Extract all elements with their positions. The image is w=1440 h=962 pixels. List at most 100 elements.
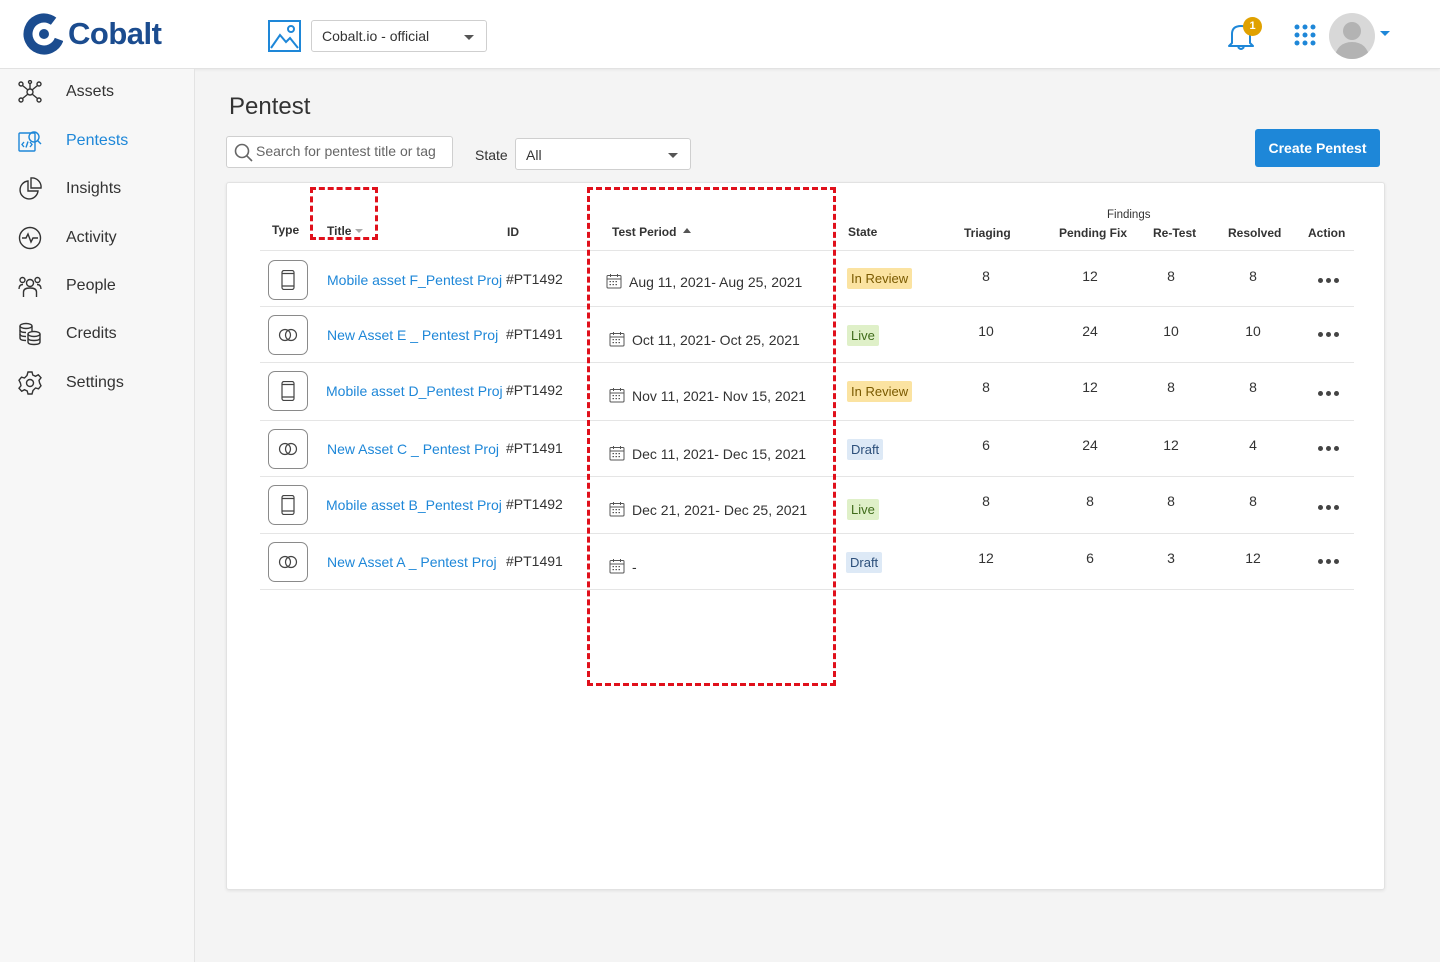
resolved-count: 10 bbox=[1245, 323, 1261, 339]
sidebar-item-label: Activity bbox=[66, 229, 117, 246]
triaging-count: 8 bbox=[982, 268, 990, 284]
pentest-id: #PT1492 bbox=[506, 496, 563, 512]
sidebar-item-people[interactable]: People bbox=[0, 266, 194, 306]
pentest-title-link[interactable]: New Asset A _ Pentest Proj bbox=[327, 554, 497, 570]
credits-icon bbox=[19, 322, 41, 346]
mobile-device-icon bbox=[281, 495, 295, 515]
asset-type-badge bbox=[268, 485, 308, 525]
user-avatar[interactable] bbox=[1329, 13, 1375, 59]
people-icon bbox=[18, 276, 42, 297]
settings-icon bbox=[18, 371, 42, 395]
resolved-count: 4 bbox=[1249, 437, 1257, 453]
state-badge: In Review bbox=[847, 381, 913, 402]
column-header-triaging: Triaging bbox=[964, 226, 1011, 240]
triaging-count: 8 bbox=[982, 379, 990, 395]
asset-type-badge bbox=[268, 429, 308, 469]
asset-type-badge bbox=[268, 260, 308, 300]
retest-count: 3 bbox=[1167, 550, 1175, 566]
notification-badge: 1 bbox=[1243, 17, 1262, 36]
state-badge: Draft bbox=[846, 552, 883, 573]
page-title: Pentest bbox=[229, 93, 311, 120]
more-actions-icon[interactable] bbox=[1318, 505, 1340, 511]
resolved-count: 8 bbox=[1249, 379, 1257, 395]
more-actions-icon[interactable] bbox=[1318, 332, 1340, 338]
more-actions-icon[interactable] bbox=[1318, 391, 1340, 397]
resolved-count: 8 bbox=[1249, 268, 1257, 284]
sidebar-item-insights[interactable]: Insights bbox=[0, 169, 194, 209]
sidebar-item-activity[interactable]: Activity bbox=[0, 218, 194, 258]
asset-type-badge bbox=[268, 542, 308, 582]
search-input[interactable] bbox=[256, 143, 446, 159]
retest-count: 8 bbox=[1167, 379, 1175, 395]
search-box[interactable] bbox=[226, 136, 453, 168]
triaging-count: 12 bbox=[978, 550, 994, 566]
pentests-icon bbox=[18, 131, 42, 152]
annotation-highlight-title bbox=[310, 187, 378, 240]
pentest-title-link[interactable]: Mobile asset D_Pentest Proj bbox=[326, 383, 503, 399]
chevron-down-icon bbox=[668, 153, 678, 158]
resolved-count: 12 bbox=[1245, 550, 1261, 566]
user-icon bbox=[1334, 22, 1370, 59]
app-name: Cobalt bbox=[68, 16, 162, 51]
pentest-id: #PT1491 bbox=[506, 440, 563, 456]
findings-group-header: Findings bbox=[1107, 209, 1151, 221]
sidebar-item-settings[interactable]: Settings bbox=[0, 363, 194, 403]
state-filter-select[interactable]: All bbox=[515, 138, 691, 170]
apps-grid-icon[interactable] bbox=[1294, 24, 1316, 46]
pentest-id: #PT1491 bbox=[506, 326, 563, 342]
sidebar-item-label: Assets bbox=[66, 83, 115, 100]
asset-type-badge bbox=[268, 371, 308, 411]
pentest-title-link[interactable]: Mobile asset F_Pentest Proj bbox=[327, 272, 502, 288]
more-actions-icon[interactable] bbox=[1318, 446, 1340, 452]
state-filter-label: State bbox=[475, 147, 508, 163]
pending-fix-count: 6 bbox=[1086, 550, 1094, 566]
resolved-count: 8 bbox=[1249, 493, 1257, 509]
more-actions-icon[interactable] bbox=[1318, 278, 1340, 284]
column-header-type: Type bbox=[272, 223, 300, 237]
pending-fix-count: 24 bbox=[1082, 437, 1098, 453]
mobile-device-icon bbox=[281, 381, 295, 401]
state-badge: Draft bbox=[847, 439, 884, 460]
more-actions-icon[interactable] bbox=[1318, 559, 1340, 565]
sidebar-item-pentests[interactable]: Pentests bbox=[0, 121, 194, 161]
annotation-highlight-test-period bbox=[587, 187, 836, 686]
state-badge: Live bbox=[847, 325, 879, 346]
state-badge: In Review bbox=[847, 268, 913, 289]
organization-select[interactable]: Cobalt.io - official bbox=[311, 20, 487, 52]
column-header-id: ID bbox=[507, 225, 519, 239]
retest-count: 10 bbox=[1163, 323, 1179, 339]
web-app-icon bbox=[278, 442, 298, 456]
state-filter-value: All bbox=[526, 147, 542, 163]
search-icon bbox=[234, 143, 253, 162]
pentest-id: #PT1492 bbox=[506, 382, 563, 398]
column-header-state: State bbox=[848, 225, 878, 239]
insights-icon bbox=[19, 177, 42, 200]
column-header-retest: Re-Test bbox=[1153, 226, 1197, 240]
sidebar-item-label: Settings bbox=[66, 374, 124, 391]
sidebar-item-label: Pentests bbox=[66, 132, 129, 149]
pending-fix-count: 12 bbox=[1082, 268, 1098, 284]
pentest-id: #PT1492 bbox=[506, 271, 563, 287]
mobile-device-icon bbox=[281, 270, 295, 290]
sidebar-item-credits[interactable]: Credits bbox=[0, 314, 194, 354]
organization-select-value: Cobalt.io - official bbox=[322, 28, 430, 44]
pentest-id: #PT1491 bbox=[506, 553, 563, 569]
retest-count: 8 bbox=[1167, 493, 1175, 509]
cobalt-logo[interactable]: Cobalt bbox=[23, 11, 162, 57]
column-header-action: Action bbox=[1308, 226, 1346, 240]
column-header-pending-fix: Pending Fix bbox=[1059, 226, 1128, 240]
pentest-title-link[interactable]: New Asset E _ Pentest Proj bbox=[327, 327, 498, 343]
web-app-icon bbox=[278, 328, 298, 342]
chevron-down-icon[interactable] bbox=[1380, 31, 1390, 36]
sidebar-item-label: Credits bbox=[66, 325, 117, 342]
retest-count: 8 bbox=[1167, 268, 1175, 284]
pentest-title-link[interactable]: Mobile asset B_Pentest Proj bbox=[326, 497, 502, 513]
triaging-count: 6 bbox=[982, 437, 990, 453]
triaging-count: 10 bbox=[978, 323, 994, 339]
sidebar-item-assets[interactable]: Assets bbox=[0, 72, 194, 112]
chevron-down-icon bbox=[464, 35, 474, 40]
create-pentest-button[interactable]: Create Pentest bbox=[1255, 129, 1380, 167]
state-badge: Live bbox=[847, 499, 879, 520]
web-app-icon bbox=[278, 555, 298, 569]
pentest-title-link[interactable]: New Asset C _ Pentest Proj bbox=[327, 441, 499, 457]
